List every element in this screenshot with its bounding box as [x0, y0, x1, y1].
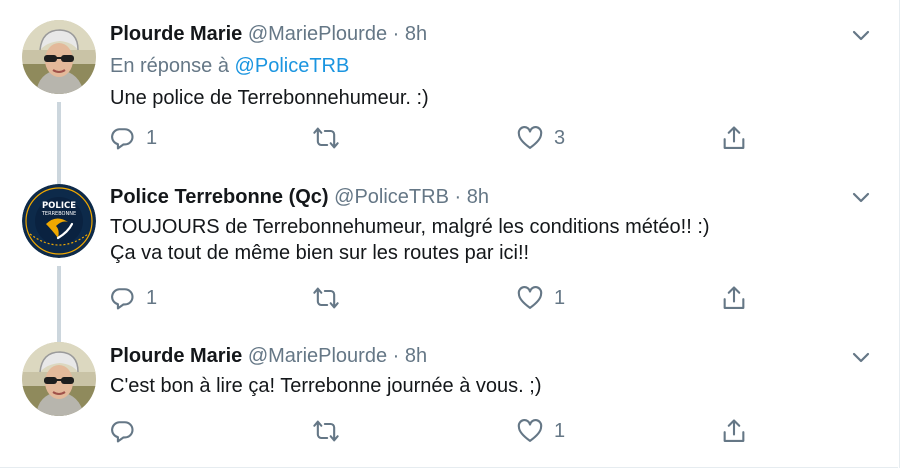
avatar-logo-top-text: POLICE — [42, 201, 76, 211]
reply-prefix: En réponse à — [110, 55, 229, 77]
reply-count: 1 — [146, 126, 158, 149]
tweet-header: Plourde Marie @MariePlourde · 8h — [110, 343, 878, 369]
share-icon — [723, 419, 745, 442]
tweet[interactable]: Plourde Marie @MariePlourde · 8h En répo… — [0, 0, 898, 172]
tweet[interactable]: Plourde Marie @MariePlourde · 8h C'est b… — [0, 330, 898, 468]
timestamp[interactable]: 8h — [405, 23, 427, 45]
like-button[interactable]: 1 — [516, 416, 565, 446]
tweet-text: C'est bon à lire ça! Terrebonne journée … — [110, 373, 878, 399]
retweet-button[interactable] — [312, 416, 350, 446]
separator-dot: · — [454, 186, 462, 208]
reply-count: 1 — [146, 286, 158, 309]
tweet-text-line: Ça va tout de même bien sur les routes p… — [110, 242, 530, 264]
reply-mention-link[interactable]: @PoliceTRB — [235, 55, 350, 77]
like-icon — [517, 419, 543, 442]
display-name[interactable]: Police Terrebonne (Qc) — [110, 186, 329, 208]
timestamp[interactable]: 8h — [405, 345, 427, 367]
avatar-marie-plourde[interactable] — [22, 20, 96, 94]
retweet-icon — [313, 287, 339, 309]
reply-icon — [111, 288, 134, 310]
more-options-button[interactable] — [850, 24, 872, 46]
like-button[interactable]: 1 — [516, 283, 565, 313]
separator-dot: · — [392, 345, 400, 367]
like-count: 3 — [554, 126, 566, 149]
like-count: 1 — [554, 286, 566, 309]
thread-connector — [57, 266, 61, 330]
retweet-button[interactable] — [312, 283, 350, 313]
share-button[interactable] — [720, 416, 748, 446]
retweet-button[interactable] — [312, 123, 350, 153]
reply-button[interactable] — [108, 416, 146, 446]
like-icon — [517, 286, 543, 309]
display-name[interactable]: Plourde Marie — [110, 345, 242, 367]
tweet-header: Police Terrebonne (Qc) @PoliceTRB · 8h — [110, 184, 878, 210]
like-button[interactable]: 3 — [516, 123, 565, 153]
thread-connector — [57, 172, 61, 184]
more-options-button[interactable] — [850, 186, 872, 208]
user-handle[interactable]: @MariePlourde — [248, 345, 387, 367]
timestamp[interactable]: 8h — [467, 186, 489, 208]
more-options-button[interactable] — [850, 346, 872, 368]
reply-button[interactable]: 1 — [108, 283, 157, 313]
avatar-marie-plourde[interactable] — [22, 342, 96, 416]
thread-connector — [57, 330, 61, 342]
tweet-text-line: TOUJOURS de Terrebonnehumeur, malgré les… — [110, 216, 710, 238]
like-icon — [517, 126, 543, 149]
reply-icon — [111, 421, 134, 443]
reply-icon — [111, 128, 134, 150]
retweet-icon — [313, 127, 339, 149]
avatar-police-terrebonne[interactable]: POLICE TERREBONNE — [22, 184, 96, 258]
tweet[interactable]: POLICE TERREBONNE Police Terrebonne (Qc)… — [0, 172, 898, 330]
tweet-text: Une police de Terrebonnehumeur. :) — [110, 85, 878, 111]
tweet-text-line: Une police de Terrebonnehumeur. :) — [110, 87, 429, 109]
separator-dot: · — [392, 23, 400, 45]
tweet-actions: 1 — [108, 416, 768, 446]
share-button[interactable] — [720, 123, 748, 153]
chevron-down-icon — [852, 192, 870, 203]
chevron-down-icon — [852, 30, 870, 41]
user-handle[interactable]: @MariePlourde — [248, 23, 387, 45]
share-icon — [723, 126, 745, 149]
share-icon — [723, 286, 745, 309]
share-button[interactable] — [720, 283, 748, 313]
thread-connector — [57, 102, 61, 172]
tweet-actions: 1 3 — [108, 123, 768, 153]
reply-button[interactable]: 1 — [108, 123, 157, 153]
avatar-logo-middle-text: TERREBONNE — [41, 211, 76, 217]
tweet-actions: 1 1 — [108, 283, 768, 313]
chevron-down-icon — [852, 352, 870, 363]
tweet-body: Plourde Marie @MariePlourde · 8h C'est b… — [110, 343, 878, 399]
conversation-thread: Plourde Marie @MariePlourde · 8h En répo… — [0, 0, 902, 468]
retweet-icon — [313, 420, 339, 442]
like-count: 1 — [554, 419, 566, 442]
tweet-body: Plourde Marie @MariePlourde · 8h En répo… — [110, 21, 878, 111]
timeline-border — [899, 0, 900, 468]
tweet-body: Police Terrebonne (Qc) @PoliceTRB · 8h T… — [110, 184, 878, 266]
user-handle[interactable]: @PoliceTRB — [334, 186, 449, 208]
reply-context: En réponse à @PoliceTRB — [110, 53, 878, 79]
tweet-text-line: C'est bon à lire ça! Terrebonne journée … — [110, 375, 542, 397]
tweet-text: TOUJOURS de Terrebonnehumeur, malgré les… — [110, 214, 878, 266]
display-name[interactable]: Plourde Marie — [110, 23, 242, 45]
tweet-header: Plourde Marie @MariePlourde · 8h — [110, 21, 878, 47]
